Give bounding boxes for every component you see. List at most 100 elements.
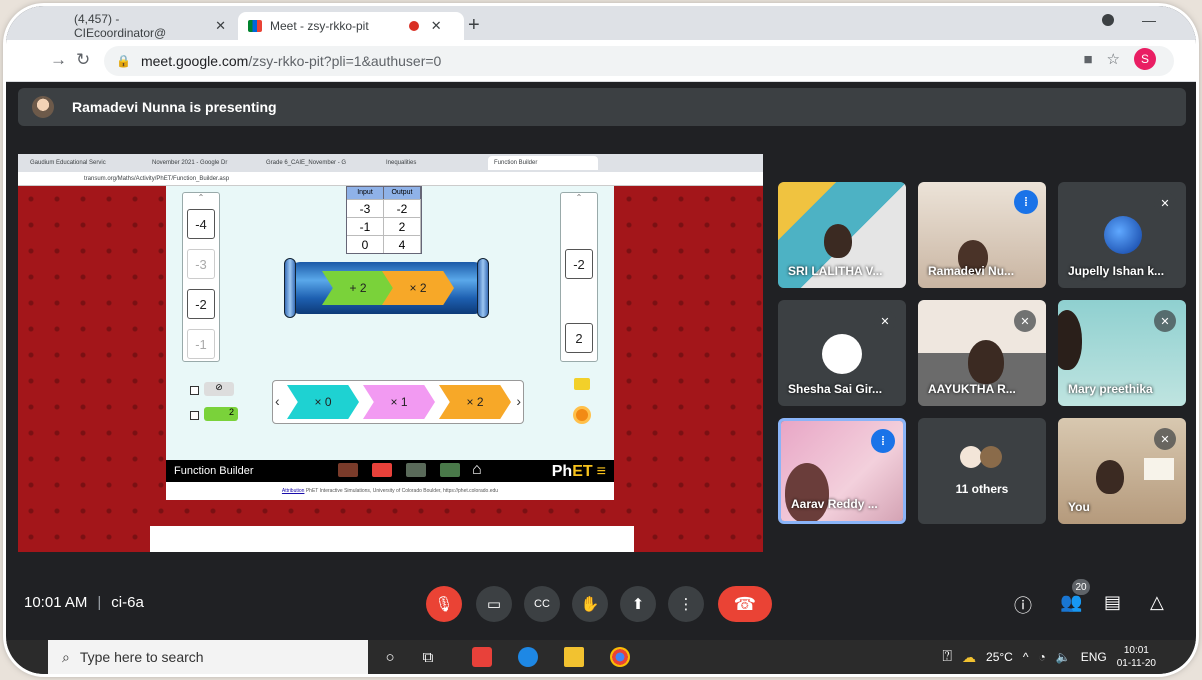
meeting-details-icon[interactable]: ⓘ — [1014, 592, 1032, 618]
language[interactable]: ENG — [1081, 650, 1107, 664]
new-tab-icon[interactable]: + — [468, 14, 480, 37]
tab-search-icon[interactable] — [1102, 14, 1114, 26]
carousel-function[interactable]: × 2 — [439, 385, 511, 419]
eye-hidden-icon: ⊘ — [204, 382, 234, 396]
participant-tile[interactable]: ✕ Mary preethika — [1058, 300, 1186, 406]
bookmark-star-icon[interactable]: ☆ — [1107, 50, 1120, 68]
eraser-icon[interactable] — [574, 378, 590, 390]
camera-icon[interactable]: ■ — [1083, 51, 1092, 68]
network-icon[interactable]: ◔ — [1038, 650, 1045, 664]
minimize-icon[interactable]: — — [1142, 12, 1156, 28]
participant-tile[interactable]: ✕ Shesha Sai Gir... — [778, 300, 906, 406]
participant-name: Aarav Reddy ... — [791, 497, 878, 511]
forward-icon[interactable]: → — [50, 50, 67, 70]
app-icon[interactable] — [472, 647, 492, 667]
attribution: Attribution PhET Interactive Simulations… — [166, 482, 614, 500]
search-placeholder: Type here to search — [79, 649, 204, 665]
address-bar: → ↻ 🔒 meet.google.com /zsy-rkko-pit?pli=… — [6, 40, 1196, 82]
temperature[interactable]: 25°C — [986, 650, 1013, 664]
participant-name: Shesha Sai Gir... — [788, 382, 883, 396]
menu-icon[interactable]: ≡ — [597, 463, 606, 480]
participant-tile[interactable]: ⁞ Ramadevi Nu... — [918, 182, 1046, 288]
carousel-function[interactable]: × 0 — [287, 385, 359, 419]
cortana-icon[interactable]: ○ — [380, 647, 400, 667]
others-count: 11 others — [955, 482, 1009, 496]
others-tile[interactable]: 11 others — [918, 418, 1046, 524]
sim-navbar: Function Builder ⌂ PhET ≡ — [166, 460, 614, 482]
mode-numbers-icon[interactable] — [372, 463, 392, 477]
mode-equations-icon[interactable] — [406, 463, 426, 477]
reset-icon[interactable] — [573, 406, 591, 424]
activities-icon[interactable]: △ — [1150, 592, 1164, 613]
os-taskbar: ⌕ Type here to search ○ ⧉ ⍰ ☁ 25°C ^ ◔ 🔈… — [6, 640, 1196, 674]
leave-call-button[interactable]: ☎ — [718, 586, 772, 622]
people-icon[interactable]: 👥 — [1060, 592, 1082, 613]
chat-icon[interactable]: ▤ — [1104, 592, 1121, 613]
close-tab-icon[interactable]: ✕ — [215, 18, 226, 34]
input-card[interactable]: -4 — [187, 209, 215, 239]
taskbar-search[interactable]: ⌕ Type here to search — [48, 640, 368, 674]
shared-tab: November 2021 - Google Dr — [152, 160, 228, 166]
shared-screen[interactable]: Gaudium Educational Servic November 2021… — [18, 154, 763, 552]
shared-tab-strip: Gaudium Educational Servic November 2021… — [18, 154, 763, 172]
input-card[interactable]: -2 — [187, 289, 215, 319]
show-value-checkbox[interactable] — [190, 411, 199, 420]
output-card[interactable]: 2 — [565, 323, 593, 353]
shared-tab: Inequalities — [386, 160, 417, 166]
volume-icon[interactable]: 🔈 — [1056, 650, 1071, 664]
camera-button[interactable]: ▭ — [476, 586, 512, 622]
scroll-up-icon[interactable]: ⌃ — [183, 193, 219, 202]
table-row: -1 2 — [347, 217, 421, 235]
close-tab-icon[interactable]: ✕ — [431, 18, 442, 34]
mode-patterns-icon[interactable] — [338, 463, 358, 477]
chevron-right-icon[interactable]: › — [516, 393, 521, 409]
table-row: 0 4 — [347, 235, 421, 253]
input-card[interactable]: -1 — [187, 329, 215, 359]
participant-tile[interactable]: ✕ AAYUKTHA R... — [918, 300, 1046, 406]
edge-icon[interactable] — [518, 647, 538, 667]
output-panel: ⌃ -2 2 — [560, 192, 598, 362]
chrome-icon[interactable] — [610, 647, 630, 667]
file-explorer-icon[interactable] — [564, 647, 584, 667]
muted-mic-icon: ✕ — [1014, 310, 1036, 332]
scroll-up-icon[interactable]: ⌃ — [561, 193, 597, 202]
participant-tile[interactable]: ✕ Jupelly Ishan k... — [1058, 182, 1186, 288]
input-card[interactable]: -3 — [187, 249, 215, 279]
hide-checkbox[interactable] — [190, 386, 199, 395]
present-button[interactable]: ⬆ — [620, 586, 656, 622]
attribution-link[interactable]: Attribution — [282, 488, 305, 494]
presenting-text: Ramadevi Nunna is presenting — [72, 99, 277, 115]
participant-tile[interactable]: ⁞ Aarav Reddy ... — [778, 418, 906, 524]
tab-meet[interactable]: Meet - zsy-rkko-pit ✕ — [238, 12, 464, 40]
phet-logo[interactable]: PhET ≡ — [552, 463, 606, 481]
output-card[interactable]: -2 — [565, 249, 593, 279]
reload-icon[interactable]: ↻ — [76, 50, 90, 70]
participant-tile[interactable]: SRI LALITHA V... — [778, 182, 906, 288]
more-options-button[interactable]: ⋮ — [668, 586, 704, 622]
profile-avatar[interactable]: S — [1134, 48, 1156, 70]
tab-gmail[interactable]: (4,457) - CIEcoordinator@ ✕ — [64, 12, 236, 40]
whiteboard-in-video — [1144, 458, 1174, 480]
raise-hand-button[interactable]: ✋ — [572, 586, 608, 622]
captions-button[interactable]: CC — [524, 586, 560, 622]
home-icon[interactable]: ⌂ — [472, 461, 482, 479]
presenting-banner: Ramadevi Nunna is presenting — [18, 88, 1186, 126]
participant-face — [785, 463, 829, 521]
mode-mystery-icon[interactable] — [440, 463, 460, 477]
task-view-icon[interactable]: ⧉ — [418, 647, 438, 667]
function-builder-sim[interactable]: ⌃ -4 -3 -2 -1 Input Output -3 -2 -1 2 0 … — [166, 186, 614, 500]
clock-date: 01-11-20 — [1116, 658, 1156, 669]
help-icon[interactable]: ⍰ — [942, 648, 952, 666]
participant-tile-self[interactable]: ✕ You — [1058, 418, 1186, 524]
function-carousel: ‹ × 0 × 1 × 2 › — [272, 380, 524, 424]
tray-clock[interactable]: 10:01 01-11-20 — [1117, 644, 1156, 670]
carousel-function[interactable]: × 1 — [363, 385, 435, 419]
tray-expand-icon[interactable]: ^ — [1023, 650, 1029, 664]
presenter-avatar — [32, 96, 54, 118]
chevron-left-icon[interactable]: ‹ — [275, 393, 280, 409]
speaking-indicator-icon: ⁞ — [871, 429, 895, 453]
url-input[interactable]: 🔒 meet.google.com /zsy-rkko-pit?pli=1&au… — [104, 46, 1174, 76]
mic-off-button[interactable]: 🎙 — [426, 586, 462, 622]
participant-avatar — [980, 446, 1002, 468]
value-tag: 2 — [204, 407, 238, 421]
